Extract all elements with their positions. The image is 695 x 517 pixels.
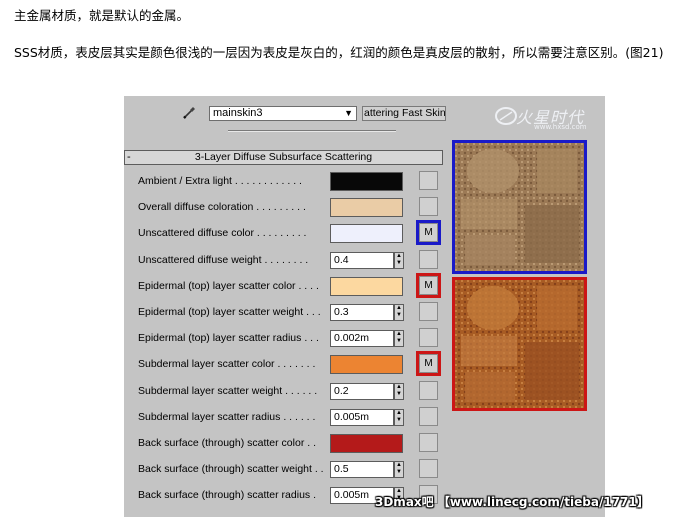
parameter-row: Ambient / Extra light . . . . . . . . . … — [124, 171, 444, 192]
parameter-label: Unscattered diffuse weight . . . . . . .… — [138, 253, 309, 266]
sss-paragraph: SSS材质，表皮层其实是颜色很浅的一层因为表皮是灰白的，红润的颜色是真皮层的散射… — [14, 45, 664, 60]
parameter-row: Subdermal layer scatter radius . . . . .… — [124, 406, 444, 428]
parameter-row: Subdermal layer scatter color . . . . . … — [124, 351, 444, 377]
spinner-arrows-icon[interactable]: ▲ ▼ — [394, 382, 404, 400]
epidermal-map-thumbnail — [452, 277, 587, 411]
color-swatch[interactable] — [330, 355, 403, 375]
map-button[interactable] — [419, 433, 438, 452]
map-button[interactable] — [419, 328, 438, 348]
parameter-row: Subdermal layer scatter weight . . . . .… — [124, 380, 444, 402]
parameter-row: Epidermal (top) layer scatter radius . .… — [124, 328, 444, 349]
map-button[interactable] — [419, 406, 438, 426]
value-spinner-input[interactable]: 0.005m — [330, 408, 394, 426]
material-name-dropdown[interactable]: mainskin3 ▼ — [209, 106, 357, 121]
chevron-down-icon[interactable]: ▼ — [344, 107, 353, 120]
logo-url: www.hxsd.com — [534, 123, 587, 131]
map-button[interactable]: M — [416, 272, 441, 298]
parameter-label: Back surface (through) scatter radius . — [138, 489, 316, 502]
parameter-label: Subdermal layer scatter weight . . . . .… — [138, 384, 318, 397]
color-swatch[interactable] — [330, 276, 403, 296]
spinner-arrows-icon[interactable]: ▲ ▼ — [394, 251, 404, 269]
parameter-label: Back surface (through) scatter weight . … — [138, 463, 324, 476]
material-editor-panel: mainskin3 ▼ attering Fast Skin 火星时代 www.… — [124, 96, 605, 517]
value-spinner-input[interactable]: 0.4 — [330, 251, 394, 269]
value-spinner-input[interactable]: 0.5 — [330, 461, 394, 479]
parameter-label: Epidermal (top) layer scatter color . . … — [138, 279, 319, 292]
parameter-row: Unscattered diffuse weight . . . . . . .… — [124, 249, 444, 271]
color-swatch[interactable] — [330, 224, 403, 244]
parameter-row: Epidermal (top) layer scatter color . . … — [124, 272, 444, 298]
parameter-label: Subdermal layer scatter color . . . . . … — [138, 358, 316, 371]
eyedropper-icon[interactable] — [182, 104, 198, 120]
map-button[interactable] — [419, 459, 438, 479]
material-toolbar: mainskin3 ▼ attering Fast Skin — [124, 96, 446, 126]
map-button[interactable]: M — [416, 351, 441, 377]
color-swatch[interactable] — [330, 172, 403, 191]
map-button[interactable]: M — [416, 220, 441, 246]
spinner-arrows-icon[interactable]: ▲ ▼ — [394, 330, 404, 348]
parameter-row: Unscattered diffuse color . . . . . . . … — [124, 220, 444, 246]
parameter-label: Subdermal layer scatter radius . . . . .… — [138, 410, 316, 423]
intro-paragraph: 主金属材质，就是默认的金属。 — [14, 8, 190, 23]
parameter-label: Epidermal (top) layer scatter weight . .… — [138, 306, 321, 318]
material-type-button[interactable]: attering Fast Skin — [362, 106, 446, 121]
map-button[interactable] — [419, 380, 438, 400]
color-swatch[interactable] — [330, 198, 403, 218]
map-button[interactable] — [419, 302, 438, 321]
parameter-row: Back surface (through) scatter weight . … — [124, 459, 444, 480]
map-button[interactable] — [419, 197, 438, 217]
parameter-row: Back surface (through) scatter color . . — [124, 433, 444, 454]
parameter-row: Overall diffuse coloration . . . . . . .… — [124, 197, 444, 218]
spinner-arrows-icon[interactable]: ▲ ▼ — [394, 408, 404, 426]
rollout-title: 3-Layer Diffuse Subsurface Scattering — [194, 151, 373, 163]
parameter-row: Epidermal (top) layer scatter weight . .… — [124, 302, 444, 323]
material-name: mainskin3 — [213, 107, 263, 119]
rollout-header[interactable]: - 3-Layer Diffuse Subsurface Scattering — [124, 150, 443, 165]
spinner-arrows-icon[interactable]: ▲ ▼ — [394, 461, 404, 479]
unscattered-diffuse-map-thumbnail — [452, 140, 587, 274]
map-button[interactable] — [419, 171, 438, 190]
parameter-label: Ambient / Extra light . . . . . . . . . … — [138, 175, 302, 187]
value-spinner-input[interactable]: 0.3 — [330, 304, 394, 321]
parameter-label: Epidermal (top) layer scatter radius . .… — [138, 332, 319, 345]
logo-mark-icon — [495, 107, 517, 125]
value-spinner-input[interactable]: 0.002m — [330, 330, 394, 348]
map-button[interactable] — [419, 249, 438, 269]
watermark: 3Dmax吧 【www.linecg.com/tieba/1771】 — [375, 495, 649, 509]
parameter-label: Unscattered diffuse color . . . . . . . … — [138, 227, 307, 240]
parameter-label: Overall diffuse coloration . . . . . . .… — [138, 201, 306, 214]
parameter-label: Back surface (through) scatter color . . — [138, 437, 316, 449]
logo: 火星时代 www.hxsd.com — [494, 104, 599, 132]
value-spinner-input[interactable]: 0.2 — [330, 382, 394, 400]
spinner-arrows-icon[interactable]: ▲ ▼ — [394, 304, 404, 321]
color-swatch[interactable] — [330, 434, 403, 453]
divider — [228, 130, 396, 132]
